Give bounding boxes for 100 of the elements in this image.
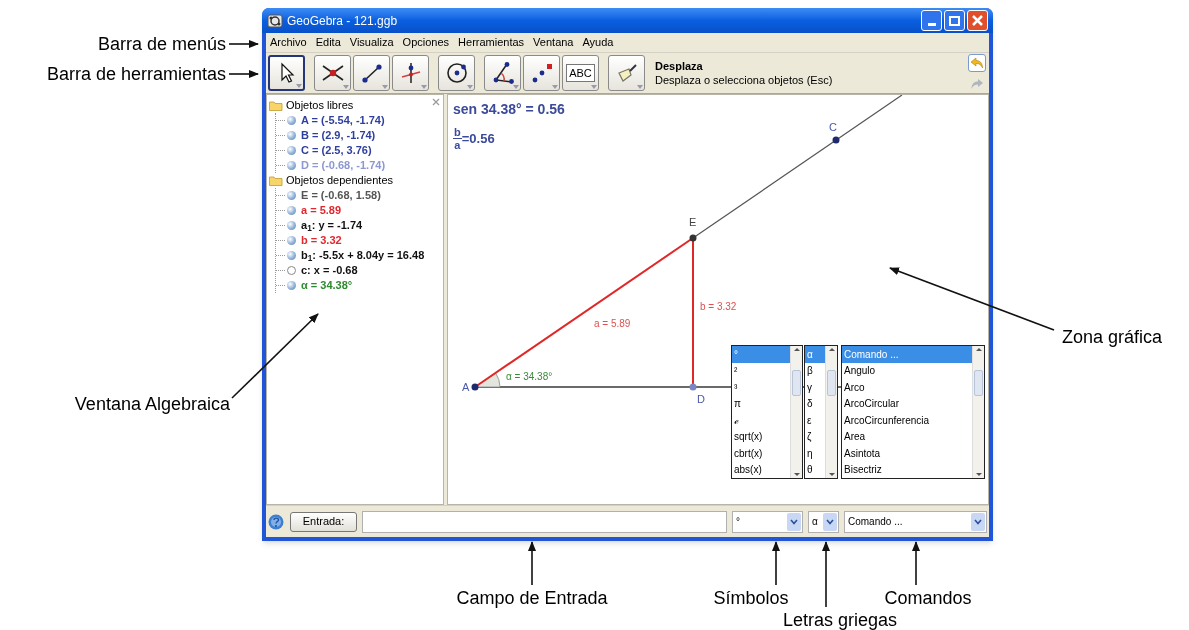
algebra-item[interactable]: b = 3.32 [301, 233, 342, 248]
arrow [228, 40, 259, 48]
close-icon[interactable] [432, 98, 440, 106]
input-field[interactable] [362, 510, 727, 533]
list-item[interactable]: sqrt(x) [732, 428, 790, 445]
list-item[interactable]: ² [732, 362, 790, 379]
algebra-item[interactable]: B = (2.9, -1.74) [301, 128, 376, 143]
list-item[interactable]: ³ [732, 379, 790, 396]
scrollbar[interactable] [790, 346, 802, 478]
list-item[interactable]: cbrt(x) [732, 445, 790, 462]
undo-button[interactable] [968, 53, 986, 72]
arrow [228, 70, 259, 78]
algebra-item[interactable]: E = (-0.68, 1.58) [301, 188, 381, 203]
list-item[interactable]: ArcoCircunferencia [842, 412, 972, 429]
point [689, 383, 697, 391]
menu-item[interactable]: Edita [315, 34, 341, 51]
angle-label: α = 34.38° [506, 371, 553, 382]
folder-label[interactable]: Objetos dependientes [286, 172, 394, 189]
arrow [912, 541, 920, 586]
visibility-toggle[interactable] [287, 116, 296, 125]
algebra-item[interactable]: a = 5.89 [301, 203, 342, 218]
list-item[interactable]: Arco [842, 379, 972, 396]
list-item[interactable]: π [732, 395, 790, 412]
tool-button[interactable] [353, 55, 390, 91]
visibility-toggle[interactable] [287, 206, 296, 215]
list-item[interactable]: Bisectriz [842, 461, 972, 478]
segment-icon [359, 61, 384, 85]
list-item[interactable]: η [805, 445, 825, 462]
help-icon [268, 513, 284, 530]
annotation-label: Ventana Algebraica [74, 393, 230, 415]
visibility-toggle[interactable] [287, 161, 296, 170]
circle-icon [444, 61, 469, 85]
list-item[interactable]: ε [805, 412, 825, 429]
menu-item[interactable]: Ayuda [582, 34, 614, 51]
visibility-toggle[interactable] [287, 266, 296, 275]
greek-letter-combo[interactable]: α [808, 510, 839, 533]
algebra-item[interactable]: A = (-5.54, -1.74) [301, 113, 385, 128]
menu-item[interactable]: Visualiza [349, 34, 394, 51]
menu-item[interactable]: Ventana [533, 34, 574, 51]
list-item[interactable]: Angulo [842, 362, 972, 379]
tool-button[interactable] [438, 55, 475, 91]
algebra-item[interactable]: b$_{1}$: -5.5x + 8.04y = 16.48 [301, 248, 425, 263]
annotation-label: Barra de menús [97, 33, 226, 55]
window-title: GeoGebra - 121.ggb [287, 12, 399, 30]
visibility-toggle[interactable] [287, 221, 296, 230]
point [689, 234, 697, 242]
list-item[interactable]: Asintota [842, 445, 972, 462]
algebra-item[interactable]: C = (2.5, 3.76) [301, 143, 372, 158]
list-item[interactable]: ℯ [732, 412, 790, 429]
menu-item[interactable]: Herramientas [458, 34, 525, 51]
scrollbar[interactable] [825, 346, 837, 478]
algebra-item[interactable]: c: x = -0.68 [301, 263, 358, 278]
list-item[interactable]: abs(x) [732, 461, 790, 478]
close-button[interactable] [967, 10, 988, 31]
list-item[interactable]: β [805, 362, 825, 379]
list-item[interactable]: γ [805, 379, 825, 396]
tool-button[interactable] [523, 55, 560, 91]
tool-button[interactable] [314, 55, 351, 91]
close-icon [972, 15, 983, 26]
scrollbar[interactable] [972, 346, 984, 478]
visibility-toggle[interactable] [287, 131, 296, 140]
visibility-toggle[interactable] [287, 281, 296, 290]
annotation-label: Barra de herramientas [46, 63, 226, 85]
list-item[interactable]: θ [805, 461, 825, 478]
list-item[interactable]: Area [842, 428, 972, 445]
minimize-icon [927, 23, 936, 26]
folder-label[interactable]: Objetos libres [286, 97, 354, 114]
redo-icon [970, 77, 984, 90]
segment-label: b = 3.32 [700, 301, 737, 312]
maximize-icon [949, 15, 960, 26]
visibility-toggle[interactable] [287, 236, 296, 245]
point [832, 136, 840, 144]
symbol-combo[interactable]: ° [732, 510, 803, 533]
undo-icon [970, 56, 984, 69]
annotation-label: Campo de Entrada [456, 587, 608, 609]
input-button[interactable]: Entrada: [290, 511, 357, 532]
segment-label: a = 5.89 [594, 318, 631, 329]
command-combo[interactable]: Comando ... [844, 510, 987, 533]
annotation-label: Símbolos [713, 587, 789, 609]
minimize-button[interactable] [921, 10, 942, 31]
algebra-item[interactable]: α = 34.38° [301, 278, 353, 293]
tool-button[interactable] [484, 55, 521, 91]
menu-item[interactable]: Opciones [402, 34, 450, 51]
tool-button[interactable] [268, 55, 305, 91]
algebra-item[interactable]: a$_{1}$: y = -1.74 [301, 218, 363, 233]
arrow [772, 541, 780, 586]
list-item[interactable]: δ [805, 395, 825, 412]
list-item[interactable]: ArcoCircular [842, 395, 972, 412]
visibility-toggle[interactable] [287, 191, 296, 200]
point-label: D [697, 393, 705, 405]
point-label: E [689, 216, 697, 228]
folder-icon [269, 175, 283, 186]
tool-button[interactable] [392, 55, 429, 91]
visibility-toggle[interactable] [287, 251, 296, 260]
menu-item[interactable]: Archivo [270, 34, 307, 51]
visibility-toggle[interactable] [287, 146, 296, 155]
text-tool-button[interactable]: ABC [562, 55, 599, 91]
maximize-button[interactable] [944, 10, 965, 31]
list-item[interactable]: ζ [805, 428, 825, 445]
chevron-icon [790, 518, 798, 525]
